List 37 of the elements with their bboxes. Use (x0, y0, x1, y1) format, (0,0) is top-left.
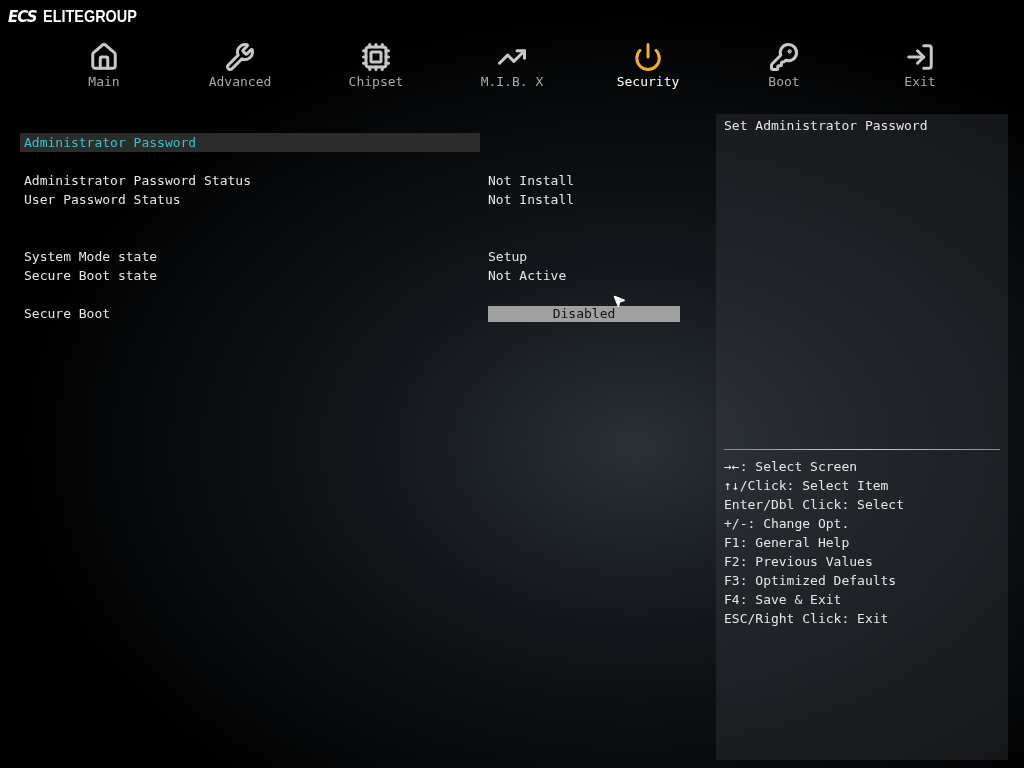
key-hint: ESC/Right Click: Exit (724, 611, 889, 626)
setting-label: User Password Status (23, 191, 182, 209)
setting-label: Administrator Password Status (23, 172, 252, 190)
menu-tab[interactable]: Main (36, 42, 172, 98)
setting-label: Secure Boot state (23, 267, 159, 285)
key-hint: Enter/Dbl Click: Select (724, 497, 904, 512)
key-hint: →←: Select Screen (724, 459, 858, 474)
mouse-cursor-icon (612, 294, 626, 308)
setting-value: Not Active (487, 268, 567, 283)
key-hint: F4: Save & Exit (724, 592, 842, 607)
tab-icon (769, 42, 799, 72)
menu-tab[interactable]: Chipset (308, 42, 444, 98)
tab-icon (225, 42, 255, 72)
key-hint: ↑↓/Click: Select Item (724, 478, 889, 493)
menu-tab[interactable]: M.I.B. X (444, 42, 580, 98)
option-select[interactable]: Disabled (488, 305, 680, 322)
logo-mark: ECS (8, 7, 37, 26)
menu-tab[interactable]: Boot (716, 42, 852, 98)
setting-value: Not Install (487, 173, 575, 188)
setting-label: Secure Boot (23, 305, 112, 323)
help-text: Set Administrator Password (724, 118, 928, 133)
setting-value: Setup (487, 249, 528, 264)
tab-icon (361, 42, 391, 72)
key-hint: +/-: Change Opt. (724, 516, 850, 531)
brand-name: ELITEGROUP (42, 6, 137, 27)
setting-label: System Mode state (23, 248, 159, 266)
tab-icon (89, 42, 119, 72)
tab-icon (633, 42, 663, 72)
key-hint: F3: Optimized Defaults (724, 573, 897, 588)
menu-item[interactable]: Administrator Password (20, 133, 480, 152)
key-hint: F2: Previous Values (724, 554, 873, 569)
menu-tab[interactable]: Advanced (172, 42, 308, 98)
menu-tab[interactable]: Security (580, 42, 716, 98)
tab-icon (905, 42, 935, 72)
menu-tab[interactable]: Exit (852, 42, 988, 98)
key-hint: F1: General Help (724, 535, 850, 550)
setting-value: Not Install (487, 192, 575, 207)
